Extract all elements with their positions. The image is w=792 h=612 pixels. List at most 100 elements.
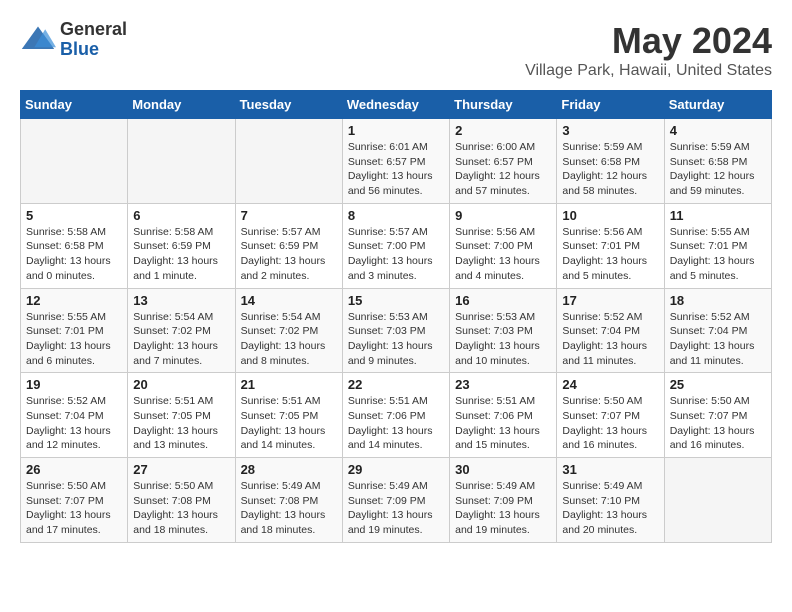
day-info: Sunrise: 5:52 AM Sunset: 7:04 PM Dayligh… [26,394,122,453]
calendar-cell: 27 Sunrise: 5:50 AM Sunset: 7:08 PM Dayli… [128,458,235,543]
day-number: 29 [348,462,444,477]
calendar-cell: 7Sunrise: 5:57 AM Sunset: 6:59 PM Daylig… [235,203,342,288]
calendar-cell: 8Sunrise: 5:57 AM Sunset: 7:00 PM Daylig… [342,203,449,288]
calendar-cell: 31 Sunrise: 5:49 AM Sunset: 7:10 PM Dayli… [557,458,664,543]
day-info: Sunrise: 5:49 AM Sunset: 7:08 PM Dayligh… [241,479,337,538]
calendar-cell: 19 Sunrise: 5:52 AM Sunset: 7:04 PM Dayli… [21,373,128,458]
calendar-cell: 6 Sunrise: 5:58 AM Sunset: 6:59 PM Daylig… [128,203,235,288]
day-info: Sunrise: 5:51 AM Sunset: 7:05 PM Dayligh… [133,394,229,453]
day-number: 16 [455,293,551,308]
calendar-table: SundayMondayTuesdayWednesdayThursdayFrid… [20,90,772,543]
header-wednesday: Wednesday [342,91,449,119]
title-block: May 2024 Village Park, Hawaii, United St… [525,20,772,80]
day-info: Sunrise: 5:51 AM Sunset: 7:05 PM Dayligh… [241,394,337,453]
calendar-cell: 28 Sunrise: 5:49 AM Sunset: 7:08 PM Dayli… [235,458,342,543]
logo-icon [20,22,56,58]
day-number: 13 [133,293,229,308]
header-row: SundayMondayTuesdayWednesdayThursdayFrid… [21,91,772,119]
day-info: Sunrise: 5:51 AM Sunset: 7:06 PM Dayligh… [348,394,444,453]
day-number: 15 [348,293,444,308]
header-tuesday: Tuesday [235,91,342,119]
day-info: Sunrise: 5:58 AM Sunset: 6:58 PM Dayligh… [26,225,122,284]
day-info: Sunrise: 6:01 AM Sunset: 6:57 PM Dayligh… [348,140,444,199]
day-number: 6 [133,208,229,223]
calendar-cell: 11 Sunrise: 5:55 AM Sunset: 7:01 PM Dayli… [664,203,771,288]
day-info: Sunrise: 5:54 AM Sunset: 7:02 PM Dayligh… [241,310,337,369]
day-info: Sunrise: 5:53 AM Sunset: 7:03 PM Dayligh… [348,310,444,369]
day-info: Sunrise: 5:56 AM Sunset: 7:01 PM Dayligh… [562,225,658,284]
calendar-cell: 3 Sunrise: 5:59 AM Sunset: 6:58 PM Daylig… [557,119,664,204]
calendar-header: SundayMondayTuesdayWednesdayThursdayFrid… [21,91,772,119]
header-saturday: Saturday [664,91,771,119]
day-info: Sunrise: 5:49 AM Sunset: 7:10 PM Dayligh… [562,479,658,538]
header-monday: Monday [128,91,235,119]
day-number: 3 [562,123,658,138]
day-number: 31 [562,462,658,477]
header-sunday: Sunday [21,91,128,119]
header-thursday: Thursday [450,91,557,119]
day-info: Sunrise: 5:59 AM Sunset: 6:58 PM Dayligh… [670,140,766,199]
calendar-cell: 12Sunrise: 5:55 AM Sunset: 7:01 PM Dayli… [21,288,128,373]
day-number: 8 [348,208,444,223]
day-number: 20 [133,377,229,392]
day-number: 2 [455,123,551,138]
calendar-cell: 20 Sunrise: 5:51 AM Sunset: 7:05 PM Dayli… [128,373,235,458]
header-friday: Friday [557,91,664,119]
calendar-cell: 10 Sunrise: 5:56 AM Sunset: 7:01 PM Dayli… [557,203,664,288]
day-number: 14 [241,293,337,308]
logo: General Blue [20,20,127,60]
calendar-cell: 13 Sunrise: 5:54 AM Sunset: 7:02 PM Dayli… [128,288,235,373]
day-number: 9 [455,208,551,223]
day-number: 11 [670,208,766,223]
day-info: Sunrise: 5:59 AM Sunset: 6:58 PM Dayligh… [562,140,658,199]
calendar-cell: 24 Sunrise: 5:50 AM Sunset: 7:07 PM Dayli… [557,373,664,458]
day-number: 27 [133,462,229,477]
day-number: 25 [670,377,766,392]
day-number: 4 [670,123,766,138]
day-info: Sunrise: 5:51 AM Sunset: 7:06 PM Dayligh… [455,394,551,453]
day-info: Sunrise: 5:55 AM Sunset: 7:01 PM Dayligh… [670,225,766,284]
calendar-cell [21,119,128,204]
week-row-4: 19 Sunrise: 5:52 AM Sunset: 7:04 PM Dayli… [21,373,772,458]
calendar-cell: 30 Sunrise: 5:49 AM Sunset: 7:09 PM Dayli… [450,458,557,543]
day-number: 21 [241,377,337,392]
day-number: 17 [562,293,658,308]
day-info: Sunrise: 5:49 AM Sunset: 7:09 PM Dayligh… [455,479,551,538]
logo-general: General [60,20,127,40]
calendar-cell: 2 Sunrise: 6:00 AM Sunset: 6:57 PM Daylig… [450,119,557,204]
calendar-cell [664,458,771,543]
day-info: Sunrise: 5:52 AM Sunset: 7:04 PM Dayligh… [670,310,766,369]
day-info: Sunrise: 5:50 AM Sunset: 7:07 PM Dayligh… [670,394,766,453]
calendar-cell: 18 Sunrise: 5:52 AM Sunset: 7:04 PM Dayli… [664,288,771,373]
calendar-cell: 29 Sunrise: 5:49 AM Sunset: 7:09 PM Dayli… [342,458,449,543]
day-number: 28 [241,462,337,477]
main-title: May 2024 [525,20,772,62]
header: General Blue May 2024 Village Park, Hawa… [20,20,772,80]
week-row-5: 26Sunrise: 5:50 AM Sunset: 7:07 PM Dayli… [21,458,772,543]
calendar-cell: 26Sunrise: 5:50 AM Sunset: 7:07 PM Dayli… [21,458,128,543]
day-number: 30 [455,462,551,477]
logo-blue: Blue [60,40,127,60]
calendar-cell: 15 Sunrise: 5:53 AM Sunset: 7:03 PM Dayli… [342,288,449,373]
calendar-cell [128,119,235,204]
day-info: Sunrise: 5:50 AM Sunset: 7:07 PM Dayligh… [562,394,658,453]
day-info: Sunrise: 5:54 AM Sunset: 7:02 PM Dayligh… [133,310,229,369]
day-info: Sunrise: 5:50 AM Sunset: 7:08 PM Dayligh… [133,479,229,538]
calendar-cell: 14 Sunrise: 5:54 AM Sunset: 7:02 PM Dayli… [235,288,342,373]
day-info: Sunrise: 5:52 AM Sunset: 7:04 PM Dayligh… [562,310,658,369]
calendar-cell: 5 Sunrise: 5:58 AM Sunset: 6:58 PM Daylig… [21,203,128,288]
calendar-cell: 22Sunrise: 5:51 AM Sunset: 7:06 PM Dayli… [342,373,449,458]
day-number: 18 [670,293,766,308]
day-info: Sunrise: 5:58 AM Sunset: 6:59 PM Dayligh… [133,225,229,284]
calendar-cell: 4 Sunrise: 5:59 AM Sunset: 6:58 PM Daylig… [664,119,771,204]
day-info: Sunrise: 5:49 AM Sunset: 7:09 PM Dayligh… [348,479,444,538]
day-info: Sunrise: 6:00 AM Sunset: 6:57 PM Dayligh… [455,140,551,199]
calendar-body: 1Sunrise: 6:01 AM Sunset: 6:57 PM Daylig… [21,119,772,543]
calendar-cell: 25 Sunrise: 5:50 AM Sunset: 7:07 PM Dayli… [664,373,771,458]
day-number: 5 [26,208,122,223]
day-number: 10 [562,208,658,223]
day-info: Sunrise: 5:53 AM Sunset: 7:03 PM Dayligh… [455,310,551,369]
week-row-2: 5 Sunrise: 5:58 AM Sunset: 6:58 PM Daylig… [21,203,772,288]
day-number: 24 [562,377,658,392]
day-number: 19 [26,377,122,392]
